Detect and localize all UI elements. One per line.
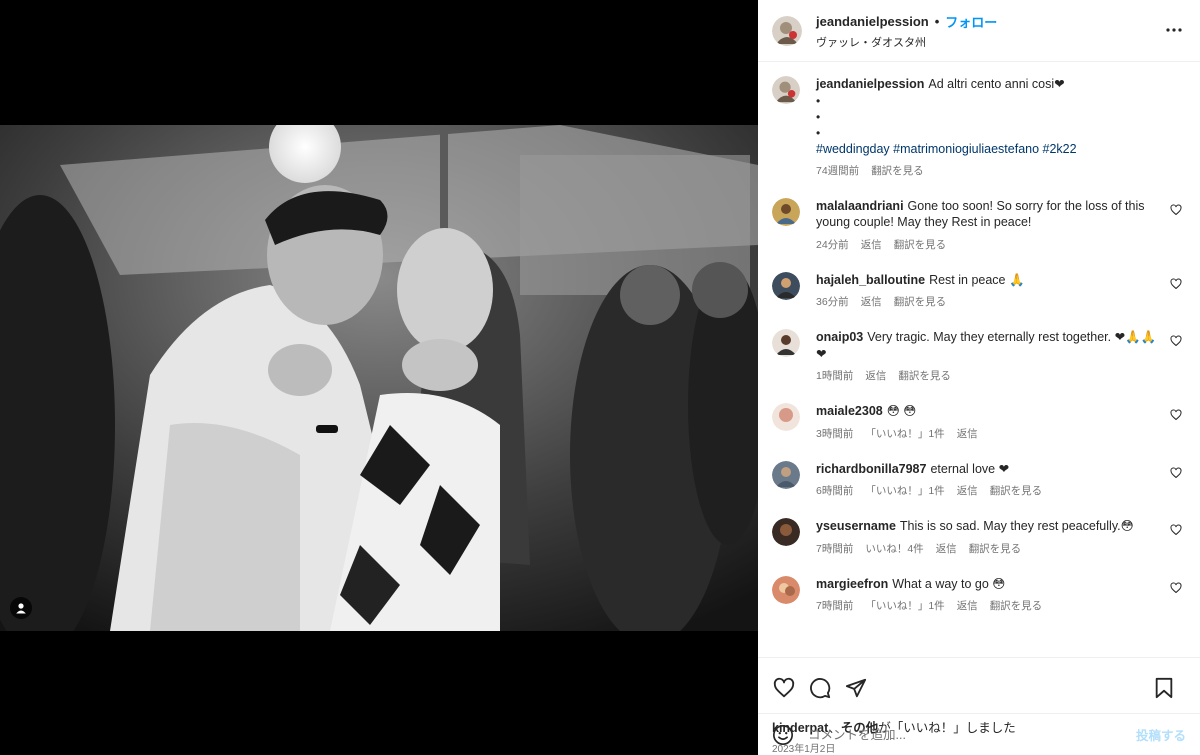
follow-button[interactable]: フォロー [945, 12, 997, 31]
caption-avatar[interactable] [772, 76, 800, 104]
post-header: jeandanielpession • フォロー ヴァッレ・ダオスタ州 [758, 0, 1200, 62]
caption-dot: • [816, 93, 821, 108]
comment-username[interactable]: richardbonilla7987 [816, 462, 926, 476]
author-username[interactable]: jeandanielpession [816, 14, 929, 29]
comment-item: onaip03 Very tragic. May they eternally r… [772, 329, 1184, 383]
caption-username[interactable]: jeandanielpession [816, 77, 924, 91]
comment-time[interactable]: 6時間前 [816, 483, 853, 498]
comment-text: Rest in peace 🙏 [929, 272, 1025, 287]
comment-username[interactable]: hajaleh_balloutine [816, 273, 925, 287]
like-comment-heart-icon[interactable] [1170, 277, 1182, 290]
commenter-avatar[interactable] [772, 271, 800, 300]
comment-likes-count[interactable]: いいね！4件 [865, 541, 923, 556]
commenter-avatar[interactable] [772, 575, 800, 604]
comment-time[interactable]: 24分前 [816, 237, 849, 252]
post-photo[interactable] [0, 125, 758, 631]
caption-text: Ad altri cento anni cosi❤ [928, 77, 1065, 91]
commenter-avatar[interactable] [772, 460, 800, 489]
comment-time[interactable]: 3時間前 [816, 426, 853, 441]
commenter-avatar[interactable] [772, 197, 800, 226]
comment-username[interactable]: yseusername [816, 519, 896, 533]
comment-username[interactable]: malalaandriani [816, 199, 904, 213]
post-actions-bar [758, 657, 1200, 717]
comment-bubble-icon[interactable] [808, 676, 832, 700]
like-comment-heart-icon[interactable] [1170, 524, 1182, 536]
reply-button[interactable]: 返信 [865, 368, 886, 383]
bookmark-icon[interactable] [1152, 676, 1176, 700]
comment-item: maiale2308 😳 😳 3時間前 「いいね！」1件 返信 [772, 403, 1184, 441]
media-pane [0, 0, 758, 755]
comment-text: What a way to go 😳 [892, 576, 1006, 591]
comment-likes-count[interactable]: 「いいね！」1件 [865, 483, 944, 498]
see-translation-link[interactable]: 翻訳を見る [990, 483, 1043, 498]
reply-button[interactable]: 返信 [957, 426, 978, 441]
comment-item: malalaandriani Gone too soon! So sorry fo… [772, 197, 1184, 252]
author-avatar[interactable] [772, 15, 802, 46]
more-options-icon[interactable] [1162, 18, 1186, 42]
separator-dot: • [934, 13, 940, 29]
like-comment-heart-icon[interactable] [1170, 203, 1182, 216]
comment-text: Very tragic. May they eternally rest tog… [816, 330, 1157, 361]
caption-time[interactable]: 74週間前 [816, 163, 859, 178]
see-translation-link[interactable]: 翻訳を見る [871, 163, 924, 178]
like-comment-heart-icon[interactable] [1170, 581, 1182, 594]
comment-username[interactable]: onaip03 [816, 330, 863, 344]
commenter-avatar[interactable] [772, 518, 800, 546]
comment-username[interactable]: margieefron [816, 577, 888, 591]
comment-likes-count[interactable]: 「いいね！」1件 [865, 426, 944, 441]
comment-time[interactable]: 1時間前 [816, 368, 853, 383]
comment-item: margieefron What a way to go 😳 7時間前 「いいね！… [772, 575, 1184, 614]
emoji-icon[interactable] [772, 724, 794, 746]
comment-likes-count[interactable]: 「いいね！」1件 [865, 598, 944, 613]
see-translation-link[interactable]: 翻訳を見る [969, 541, 1022, 556]
caption-hashtags[interactable]: #weddingday #matrimoniogiuliaestefano #2… [816, 141, 1162, 157]
comment-time[interactable]: 36分前 [816, 294, 849, 309]
see-translation-link[interactable]: 翻訳を見る [990, 598, 1043, 613]
caption-dot: • [816, 109, 821, 124]
comment-item: hajaleh_balloutine Rest in peace 🙏 36分前 返… [772, 271, 1184, 310]
post-caption: jeandanielpession Ad altri cento anni cos… [772, 76, 1184, 178]
comment-text: eternal love ❤ [930, 461, 1010, 476]
comment-text: 😳 😳 [886, 404, 917, 418]
reply-button[interactable]: 返信 [861, 294, 882, 309]
caption-dot: • [816, 125, 821, 140]
add-comment-bar: 投稿する [758, 713, 1200, 755]
comment-item: richardbonilla7987 eternal love ❤ 6時間前 「い… [772, 460, 1184, 499]
reply-button[interactable]: 返信 [957, 598, 978, 613]
reply-button[interactable]: 返信 [936, 541, 957, 556]
heart-icon[interactable] [772, 676, 796, 700]
see-translation-link[interactable]: 翻訳を見る [894, 237, 947, 252]
comment-time[interactable]: 7時間前 [816, 598, 853, 613]
reply-button[interactable]: 返信 [957, 483, 978, 498]
reply-button[interactable]: 返信 [861, 237, 882, 252]
share-paper-plane-icon[interactable] [844, 676, 868, 700]
post-location[interactable]: ヴァッレ・ダオスタ州 [816, 34, 997, 50]
comment-text: This is so sad. May they rest peacefully… [899, 519, 1134, 533]
like-comment-heart-icon[interactable] [1170, 466, 1182, 479]
post-details-panel: jeandanielpession • フォロー ヴァッレ・ダオスタ州 jean… [758, 0, 1200, 755]
comment-item: yseusername This is so sad. May they rest… [772, 518, 1184, 556]
like-comment-heart-icon[interactable] [1170, 335, 1182, 347]
comment-time[interactable]: 7時間前 [816, 541, 853, 556]
commenter-avatar[interactable] [772, 403, 800, 431]
comment-input[interactable] [808, 727, 1136, 742]
tagged-users-icon[interactable] [10, 597, 32, 619]
like-comment-heart-icon[interactable] [1170, 409, 1182, 421]
see-translation-link[interactable]: 翻訳を見る [898, 368, 951, 383]
post-modal: jeandanielpession • フォロー ヴァッレ・ダオスタ州 jean… [0, 0, 1200, 755]
commenter-avatar[interactable] [772, 329, 800, 357]
post-comment-button[interactable]: 投稿する [1136, 725, 1186, 744]
comment-username[interactable]: maiale2308 [816, 404, 883, 418]
see-translation-link[interactable]: 翻訳を見る [894, 294, 947, 309]
comments-list[interactable]: jeandanielpession Ad altri cento anni cos… [758, 62, 1200, 657]
